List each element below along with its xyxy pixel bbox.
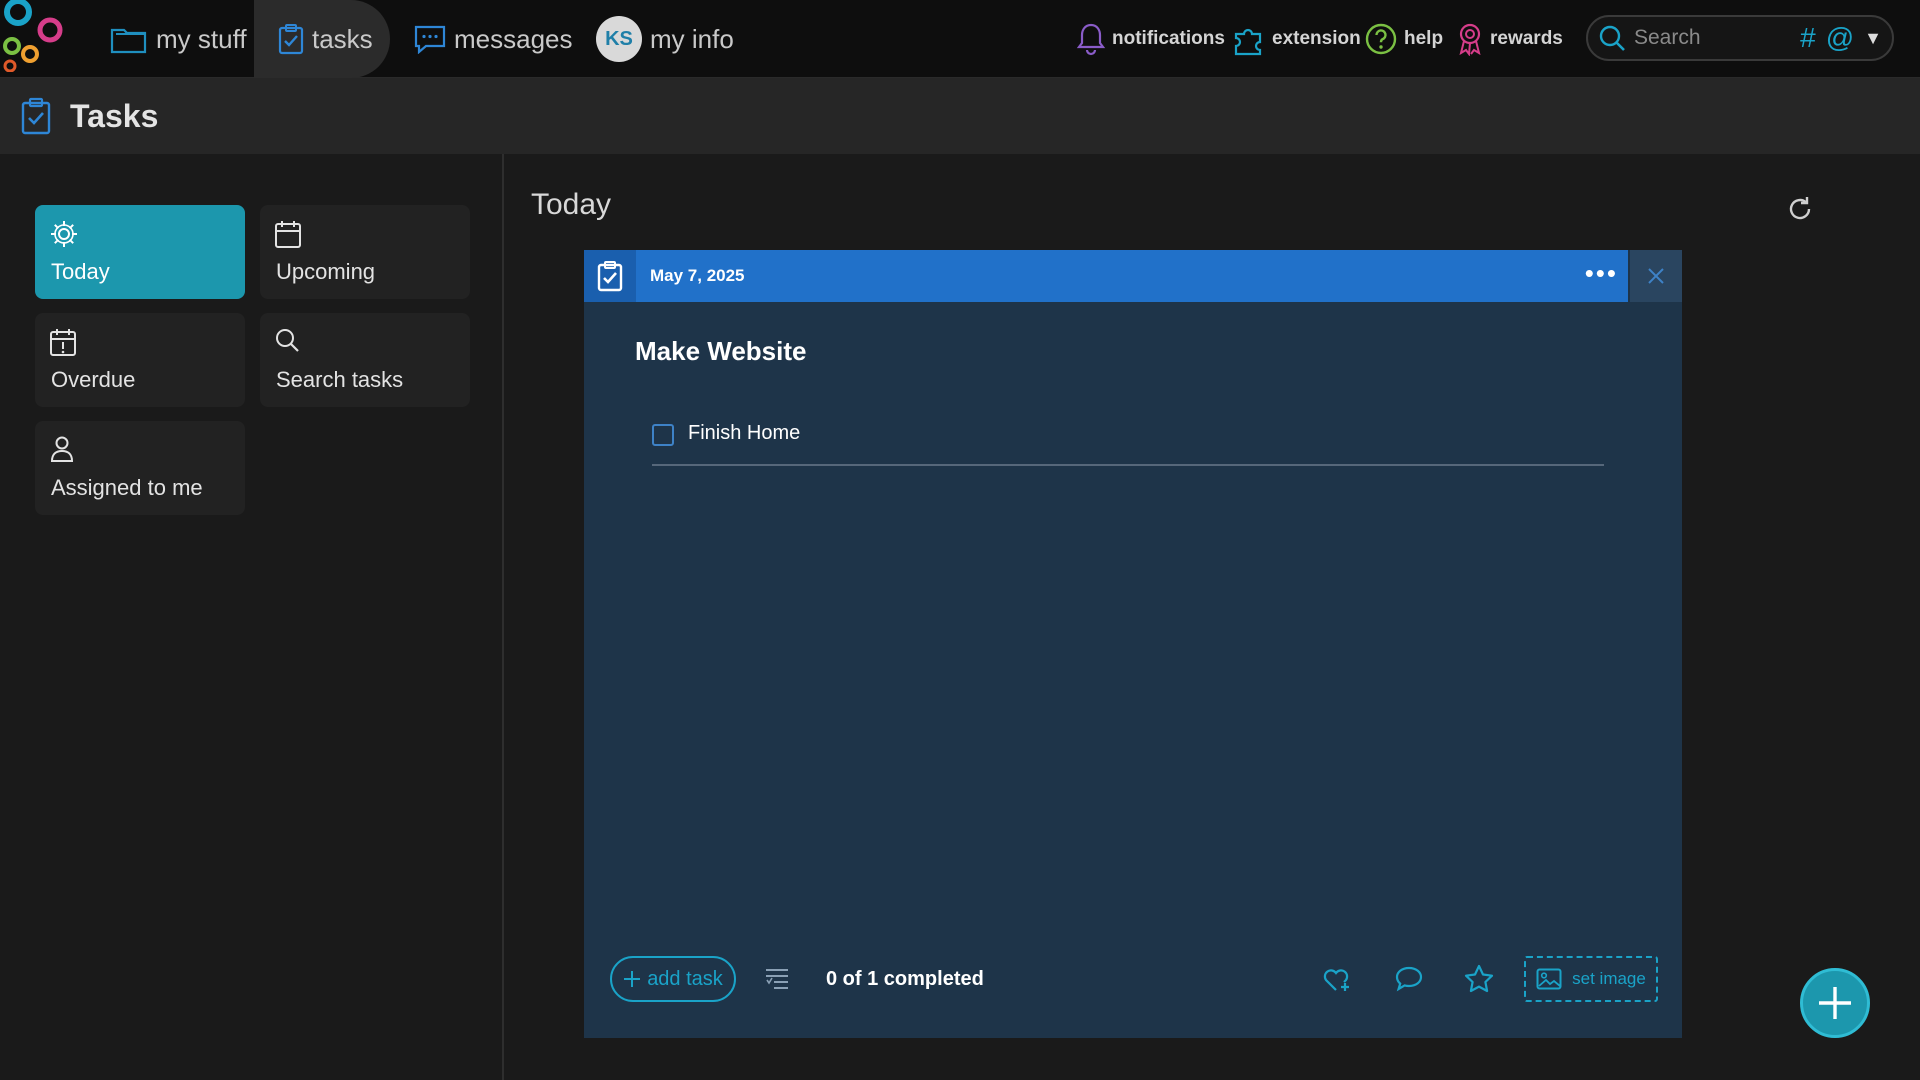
card-footer: add task 0 of 1 completed set image	[584, 938, 1682, 1038]
sidebar-item-label: Upcoming	[276, 259, 376, 284]
close-card-button[interactable]	[1630, 250, 1682, 302]
add-task-button[interactable]: add task	[610, 956, 736, 1002]
top-nav-bar: my stuff tasks messages KS my info notif…	[0, 0, 1920, 78]
sidebar-item-upcoming[interactable]: Upcoming	[260, 205, 470, 299]
gear-icon	[51, 221, 77, 247]
task-list-title[interactable]: Make Website	[635, 336, 806, 367]
rewards-label: rewards	[1490, 28, 1563, 49]
card-header: May 7, 2025 •••	[584, 250, 1628, 302]
person-icon	[50, 436, 74, 462]
more-options-icon[interactable]: •••	[1585, 260, 1618, 286]
task-text[interactable]: Finish Home	[688, 422, 800, 445]
heart-plus-icon[interactable]	[1322, 965, 1352, 993]
calendar-icon	[275, 221, 301, 248]
hashtag-filter-button[interactable]: #	[1800, 22, 1816, 54]
sidebar-item-overdue[interactable]: Overdue	[35, 313, 245, 407]
plus-icon	[1819, 987, 1851, 1019]
task-checkbox[interactable]	[652, 424, 674, 446]
close-icon	[1648, 268, 1664, 284]
clipboard-check-icon	[278, 24, 304, 55]
ribbon-icon	[1459, 23, 1481, 56]
search-icon	[276, 329, 299, 352]
create-new-button[interactable]	[1800, 968, 1870, 1038]
notifications-label: notifications	[1112, 28, 1225, 49]
page-title: Tasks	[70, 97, 159, 134]
search-input[interactable]	[1634, 26, 1774, 50]
mention-filter-button[interactable]: @	[1826, 22, 1854, 54]
sidebar-item-today[interactable]: Today	[35, 205, 245, 299]
notifications-button[interactable]: notifications	[1076, 0, 1225, 78]
help-label: help	[1404, 28, 1444, 49]
refresh-icon[interactable]	[1784, 193, 1816, 225]
reorder-icon[interactable]	[764, 966, 790, 990]
nav-tasks-label: tasks	[312, 23, 373, 54]
clipboard-check-icon	[597, 261, 623, 292]
chat-icon	[414, 25, 446, 54]
chevron-down-icon[interactable]: ▼	[1864, 28, 1882, 49]
sidebar-item-search-tasks[interactable]: Search tasks	[260, 313, 470, 407]
search-icon	[1599, 25, 1625, 51]
card-date: May 7, 2025	[650, 266, 745, 285]
task-list-card: May 7, 2025 ••• Make Website Finish Home…	[584, 250, 1682, 1038]
page-header: Tasks	[0, 78, 1920, 154]
section-title: Today	[531, 188, 612, 221]
rewards-button[interactable]: rewards	[1456, 0, 1563, 78]
nav-messages-label: messages	[454, 23, 573, 54]
sidebar-item-label: Search tasks	[276, 367, 404, 392]
sidebar-item-label: Assigned to me	[51, 475, 203, 500]
extension-button[interactable]: extension	[1232, 0, 1361, 78]
nav-my-stuff-label: my stuff	[156, 23, 247, 54]
sidebar-item-label: Today	[51, 259, 110, 284]
search-bar: # @ ▼	[1586, 15, 1894, 61]
nav-my-info[interactable]: KS my info	[588, 0, 742, 78]
nav-my-info-label: my info	[650, 23, 734, 54]
search-filters: # @ ▼	[1800, 17, 1882, 59]
task-item: Finish Home	[652, 416, 1604, 466]
task-sidebar: Today Upcoming Overdue Search tasks Assi…	[0, 154, 504, 1080]
card-type-icon	[584, 250, 636, 302]
nav-my-stuff[interactable]: my stuff	[106, 0, 263, 78]
add-task-label: add task	[647, 967, 723, 990]
star-icon[interactable]	[1464, 964, 1494, 994]
avatar: KS	[596, 16, 642, 62]
extension-label: extension	[1272, 28, 1361, 49]
app-logo[interactable]	[0, 0, 66, 72]
set-image-button[interactable]: set image	[1524, 956, 1658, 1002]
nav-messages[interactable]: messages	[406, 0, 581, 78]
comment-icon[interactable]	[1394, 965, 1424, 993]
puzzle-icon	[1234, 28, 1262, 56]
bell-icon	[1076, 23, 1106, 56]
nav-tasks[interactable]: tasks	[254, 0, 390, 78]
calendar-alert-icon	[50, 329, 76, 356]
image-icon	[1536, 968, 1562, 990]
help-button[interactable]: help	[1364, 0, 1443, 78]
sidebar-item-label: Overdue	[51, 367, 136, 392]
sidebar-item-assigned-to-me[interactable]: Assigned to me	[35, 421, 245, 515]
set-image-label: set image	[1572, 969, 1646, 988]
folder-icon	[110, 28, 147, 54]
completion-status: 0 of 1 completed	[826, 968, 984, 990]
plus-icon	[624, 971, 641, 987]
clipboard-check-icon	[21, 97, 51, 135]
help-icon	[1365, 23, 1397, 55]
